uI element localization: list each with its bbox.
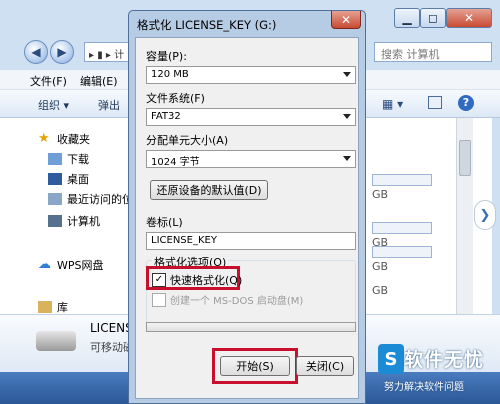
recent-places-icon <box>48 193 62 205</box>
nav-wps[interactable]: ☁ WPS网盘 <box>38 256 104 274</box>
nav-wps-label: WPS网盘 <box>57 259 104 272</box>
minimize-button[interactable]: ▁ <box>394 8 420 28</box>
nav-libraries-label: 库 <box>57 301 68 314</box>
drive-size-text: GB <box>372 260 389 273</box>
nav-downloads[interactable]: 下载 <box>48 150 89 168</box>
vertical-scrollbar[interactable] <box>456 118 473 316</box>
drive-usage-bar <box>372 174 432 186</box>
quick-format-option[interactable]: ✓ 快速格式化(Q) <box>152 272 242 288</box>
capacity-select[interactable]: 120 MB <box>146 66 356 84</box>
nav-favorites[interactable]: ★ 收藏夹 <box>38 130 90 148</box>
start-button[interactable]: 开始(S) <box>220 356 290 376</box>
library-icon <box>38 301 52 313</box>
nav-desktop-label: 桌面 <box>67 173 89 186</box>
drive-usage-bar <box>372 222 432 234</box>
window-close-button[interactable]: ✕ <box>446 8 492 28</box>
removable-drive-icon <box>36 331 76 351</box>
nav-computer-label: 计算机 <box>67 215 100 228</box>
msdos-checkbox[interactable] <box>152 292 166 307</box>
watermark-logo: S <box>378 344 404 374</box>
address-text: ▸ ▮ ▸ 计 <box>89 50 125 61</box>
chevron-down-icon <box>343 72 351 77</box>
computer-icon <box>48 215 62 227</box>
maximize-button[interactable]: ◻ <box>420 8 446 28</box>
volume-label-input[interactable]: LICENSE_KEY <box>146 232 356 250</box>
drive-size-text: GB <box>372 284 389 297</box>
organize-button[interactable]: 组织 ▾ <box>38 97 69 113</box>
help-icon[interactable]: ? <box>458 95 474 111</box>
side-arrow-icon[interactable]: ❯ <box>474 200 496 230</box>
allocation-select[interactable]: 1024 字节 <box>146 150 356 168</box>
forward-arrow-icon[interactable]: ▶ <box>50 40 74 64</box>
back-arrow-icon[interactable]: ◀ <box>24 40 48 64</box>
star-icon: ★ <box>38 131 50 146</box>
nav-recent[interactable]: 最近访问的位 <box>48 190 133 208</box>
preview-pane-icon[interactable] <box>428 96 442 109</box>
format-progress-bar <box>146 322 356 332</box>
drive-size-text: GB <box>372 188 389 201</box>
details-name: LICENS <box>90 321 133 335</box>
watermark-title: 软件无忧 <box>404 349 485 371</box>
nav-recent-label: 最近访问的位 <box>67 193 133 206</box>
nav-computer[interactable]: 计算机 <box>48 212 100 230</box>
cloud-icon: ☁ <box>38 257 51 272</box>
capacity-value: 120 MB <box>151 69 189 80</box>
nav-desktop[interactable]: 桌面 <box>48 170 89 188</box>
dialog-close-button[interactable]: ✕ <box>331 11 361 29</box>
view-icon[interactable]: ▦ ▾ <box>382 97 403 111</box>
desktop-icon <box>48 173 62 185</box>
downloads-folder-icon <box>48 153 62 165</box>
chevron-down-icon <box>343 114 351 119</box>
close-button[interactable]: 关闭(C) <box>296 356 354 376</box>
allocation-value: 1024 字节 <box>151 157 200 168</box>
eject-button[interactable]: 弹出 <box>98 97 120 113</box>
quick-format-checkbox[interactable]: ✓ <box>152 273 166 287</box>
watermark-subtitle: 努力解决软件问题 <box>384 382 464 393</box>
drive-usage-bar <box>372 246 432 258</box>
chevron-down-icon <box>343 156 351 161</box>
filesystem-label: 文件系统(F) <box>146 92 205 105</box>
format-dialog: 格式化 LICENSE_KEY (G:) ✕ 容量(P): 120 MB 文件系… <box>128 10 366 404</box>
filesystem-select[interactable]: FAT32 <box>146 108 356 126</box>
nav-favorites-label: 收藏夹 <box>57 133 90 146</box>
restore-defaults-button[interactable]: 还原设备的默认值(D) <box>150 180 268 200</box>
capacity-label: 容量(P): <box>146 50 187 63</box>
scrollbar-thumb[interactable] <box>459 140 471 176</box>
dialog-title: 格式化 LICENSE_KEY (G:) <box>137 18 277 32</box>
menu-file[interactable]: 文件(F) <box>30 73 67 89</box>
nav-downloads-label: 下载 <box>67 153 89 166</box>
dialog-body: 容量(P): 120 MB 文件系统(F) FAT32 分配单元大小(A) 10… <box>135 37 359 399</box>
menu-edit[interactable]: 编辑(E) <box>80 73 118 89</box>
search-input[interactable]: 搜索 计算机 <box>374 42 492 62</box>
msdos-option[interactable]: 创建一个 MS-DOS 启动盘(M) <box>152 292 303 307</box>
filesystem-value: FAT32 <box>151 111 181 122</box>
quick-format-label: 快速格式化(Q) <box>170 274 243 287</box>
volume-label-caption: 卷标(L) <box>146 216 183 229</box>
allocation-label: 分配单元大小(A) <box>146 134 229 147</box>
msdos-label: 创建一个 MS-DOS 启动盘(M) <box>170 296 304 307</box>
